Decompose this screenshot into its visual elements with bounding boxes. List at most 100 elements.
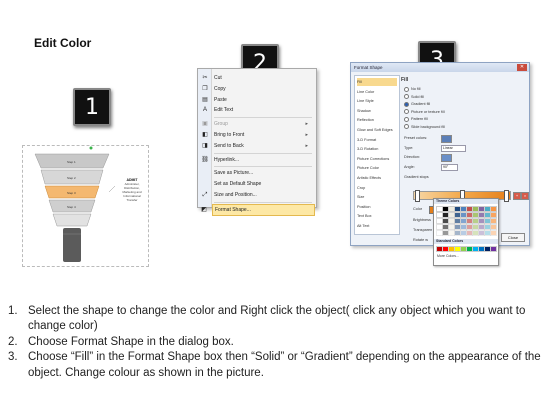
nav-item-3-d-format[interactable]: 3-D Format <box>357 136 397 144</box>
fill-option-no-fill[interactable]: No fill <box>404 86 421 92</box>
bring-front-icon: ◧ <box>202 132 208 138</box>
add-stop-icon[interactable]: + <box>513 192 521 200</box>
menu-item-bring-to-front[interactable]: ◧ Bring to Front ▸ <box>202 130 312 140</box>
nav-item-line-color[interactable]: Line Color <box>357 88 397 96</box>
direction-dropdown[interactable] <box>441 154 452 162</box>
funnel-spout[interactable] <box>63 228 81 262</box>
nav-item-picture-corrections[interactable]: Picture Corrections <box>357 155 397 163</box>
group-icon: ▣ <box>202 121 208 128</box>
menu-item-edit-text[interactable]: A Edit Text <box>203 105 312 115</box>
fill-option-label: No fill <box>411 87 421 91</box>
radio-icon <box>404 94 409 99</box>
submenu-arrow-icon: ▸ <box>305 121 308 128</box>
menu-item-copy[interactable]: ❐ Copy <box>202 84 312 94</box>
color-label: Color <box>413 207 423 211</box>
dialog-nav: Fill Line Color Line Style Shadow Reflection… <box>354 75 400 235</box>
fill-option-picture-or-texture-fill[interactable]: Picture or texture fill <box>404 109 445 115</box>
color-palette: Theme Colors Standard Colors More Colors… <box>433 198 499 266</box>
menu-item-label: Edit Text <box>214 107 234 114</box>
preset-label: Preset colors: <box>404 136 428 140</box>
gradient-stop[interactable] <box>415 190 420 202</box>
funnel-level-5[interactable] <box>52 213 92 227</box>
radio-icon <box>404 109 409 114</box>
size-icon: ⤢ <box>202 192 208 198</box>
nav-item-artistic-effects[interactable]: Artistic Effects <box>357 174 397 182</box>
funnel-step-label-2: Step 2 <box>67 176 76 180</box>
menu-item-label: Format Shape... <box>215 206 251 213</box>
paste-icon: ▤ <box>202 96 208 103</box>
callout-line: Transfer <box>126 198 138 202</box>
gradient-stops-label: Gradient stops <box>404 175 429 179</box>
close-icon[interactable]: ✕ <box>517 64 527 71</box>
menu-item-send-to-back[interactable]: ◨ Send to Back ▸ <box>202 141 312 151</box>
menu-item-label: Bring to Front <box>214 132 245 138</box>
menu-item-format-shape[interactable]: ◩ Format Shape... <box>201 203 315 216</box>
fill-option-label: Picture or texture fill <box>411 109 445 114</box>
type-dropdown[interactable]: Linear <box>441 145 466 152</box>
menu-separator <box>214 201 312 203</box>
pane-heading: Fill <box>401 77 409 83</box>
nav-item-crop[interactable]: Crop <box>357 184 397 192</box>
menu-item-label: Paste <box>214 96 227 103</box>
format-shape-dialog: Format Shape ✕ Fill Line Color Line Style S… <box>350 62 530 266</box>
submenu-arrow-icon: ▸ <box>305 132 308 138</box>
fill-option-solid-fill[interactable]: Solid fill <box>404 94 424 100</box>
remove-stop-icon[interactable]: × <box>521 192 529 200</box>
instruction-item: 1. Select the shape to change the color a… <box>8 305 526 333</box>
nav-item-glow-and-soft-edges[interactable]: Glow and Soft Edges <box>357 126 397 134</box>
fill-option-label: Pattern fill <box>411 117 428 121</box>
fill-option-label: Solid fill <box>411 94 425 99</box>
submenu-arrow-icon: ▸ <box>305 142 308 149</box>
radio-icon <box>404 101 409 107</box>
blank-icon <box>201 180 209 188</box>
menu-separator <box>214 117 312 119</box>
theme-color-swatch[interactable] <box>490 230 497 236</box>
menu-item-size-and-position[interactable]: ⤢ Size and Position... <box>203 190 312 200</box>
menu-item-label: Hyperlink... <box>214 156 240 163</box>
funnel-step-label-1: Step 1 <box>67 160 76 164</box>
fill-option-pattern-fill[interactable]: Pattern fill <box>404 116 428 122</box>
funnel-callout: ADMIT Administer, Distribution, Marketin… <box>110 178 154 202</box>
blank-icon <box>201 169 209 177</box>
type-label: Type: <box>404 146 414 150</box>
nav-item-size[interactable]: Size <box>357 193 397 201</box>
menu-item-label: Save as Picture... <box>214 170 254 177</box>
nav-item-picture-color[interactable]: Picture Color <box>357 164 397 172</box>
fill-option-gradient-fill[interactable]: Gradient fill <box>404 101 430 107</box>
menu-item-paste[interactable]: ▤ Paste <box>202 95 312 105</box>
nav-item-alt-text[interactable]: Alt Text <box>357 222 397 230</box>
nav-item-3-d-rotation[interactable]: 3-D Rotation <box>357 145 397 153</box>
gradient-stop[interactable] <box>504 190 509 202</box>
preset-colors-dropdown[interactable] <box>441 135 452 143</box>
scissors-icon: ✂ <box>202 75 208 81</box>
fill-option-slide-background-fill[interactable]: Slide background fill <box>404 124 445 130</box>
angle-input[interactable]: 90° <box>441 164 458 171</box>
menu-item-set-as-default-shape[interactable]: Set as Default Shape <box>214 179 312 189</box>
menu-item-hyperlink[interactable]: ⛓ Hyperlink... <box>201 155 312 165</box>
instruction-item: 2. Choose Format Shape in the dialog box. <box>8 335 234 348</box>
funnel-graphic[interactable]: Step 1 Step 2 Step 3 Step 4 <box>23 146 148 266</box>
more-colors-item[interactable]: More Colors... <box>437 254 459 258</box>
page-title: Edit Color <box>34 36 92 50</box>
format-shape-icon: ◩ <box>201 206 207 213</box>
standard-color-swatch[interactable] <box>490 246 497 252</box>
nav-item-fill[interactable]: Fill <box>357 78 397 86</box>
nav-item-reflection[interactable]: Reflection <box>357 116 397 124</box>
rotate-checkbox[interactable]: Rotate w <box>413 238 428 242</box>
funnel-selection[interactable]: Step 1 Step 2 Step 3 Step 4 <box>22 145 149 267</box>
send-back-icon: ◨ <box>202 142 208 149</box>
theme-colors-header: Theme Colors <box>434 199 498 204</box>
rotate-handle[interactable] <box>89 146 93 150</box>
nav-item-position[interactable]: Position <box>357 203 397 211</box>
close-button[interactable]: Close <box>501 233 525 242</box>
instructions: 1. Select the shape to change the color a… <box>8 304 553 381</box>
edit-text-icon: A <box>202 107 207 114</box>
menu-item-save-as-picture[interactable]: Save as Picture... <box>214 168 312 178</box>
instruction-item: 3. Choose “Fill” in the Format Shape box … <box>8 351 541 379</box>
menu-item-cut[interactable]: ✂ Cut <box>202 73 312 83</box>
nav-item-line-style[interactable]: Line Style <box>357 97 397 105</box>
funnel-step-label-3: Step 3 <box>67 191 76 195</box>
nav-item-text-box[interactable]: Text Box <box>357 212 397 220</box>
context-menu: ✂ Cut ❐ Copy ▤ Paste A Edit Text ▣ Group ▸ ◧ Bring t… <box>197 68 317 216</box>
nav-item-shadow[interactable]: Shadow <box>357 107 397 115</box>
